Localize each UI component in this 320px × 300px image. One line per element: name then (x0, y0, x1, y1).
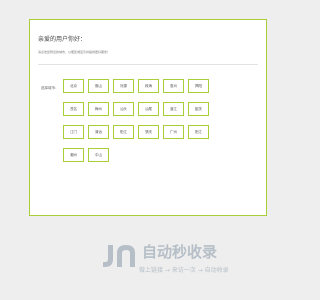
city-button[interactable]: 汕尾 (138, 102, 159, 116)
city-button[interactable]: 广州 (163, 125, 184, 139)
page: 亲爱的用户你好： 请点击您附近的城市，以便区域显示并提供更好服务！ 选择城市： … (0, 0, 300, 300)
city-button[interactable]: 肇庆 (138, 125, 159, 139)
city-button[interactable]: 珠海 (138, 79, 159, 93)
city-button[interactable]: 梅州 (88, 102, 109, 116)
description-text: 请点击您附近的城市，以便区域显示并提供更好服务！ (38, 50, 111, 54)
logo-mark-icon (103, 245, 135, 267)
city-button[interactable]: 阳江 (113, 125, 134, 139)
city-select-card: 亲爱的用户你好： 请点击您附近的城市，以便区域显示并提供更好服务！ 选择城市： … (29, 19, 267, 216)
city-button[interactable]: 揭阳 (188, 79, 209, 93)
city-button[interactable]: 茂名 (63, 102, 84, 116)
select-city-label: 选择城市： (41, 86, 59, 90)
logo-title: 自动秒收录 (142, 243, 218, 261)
city-button[interactable]: 江门 (63, 125, 84, 139)
city-button[interactable]: 韶关 (188, 102, 209, 116)
footer-logo[interactable]: 自动秒收录 做上链接 → 来访一次 → 自动收录 (101, 241, 271, 277)
city-button[interactable]: 惠州 (163, 79, 184, 93)
city-grid: 北京 佛山 河源 珠海 惠州 揭阳 茂名 梅州 汕头 汕尾 湛江 韶关 江门 清… (63, 79, 209, 162)
city-button[interactable]: 湛江 (163, 102, 184, 116)
city-button[interactable]: 中山 (88, 148, 109, 162)
logo-subtitle: 做上链接 → 来访一次 → 自动收录 (139, 267, 229, 274)
divider (38, 64, 258, 65)
city-button[interactable]: 阳江 (188, 125, 209, 139)
city-button[interactable]: 清远 (88, 125, 109, 139)
city-button[interactable]: 河源 (113, 79, 134, 93)
city-button[interactable]: 北京 (63, 79, 84, 93)
city-button[interactable]: 汕头 (113, 102, 134, 116)
greeting-text: 亲爱的用户你好： (38, 36, 87, 43)
city-button[interactable]: 佛山 (88, 79, 109, 93)
city-button[interactable]: 潮州 (63, 148, 84, 162)
